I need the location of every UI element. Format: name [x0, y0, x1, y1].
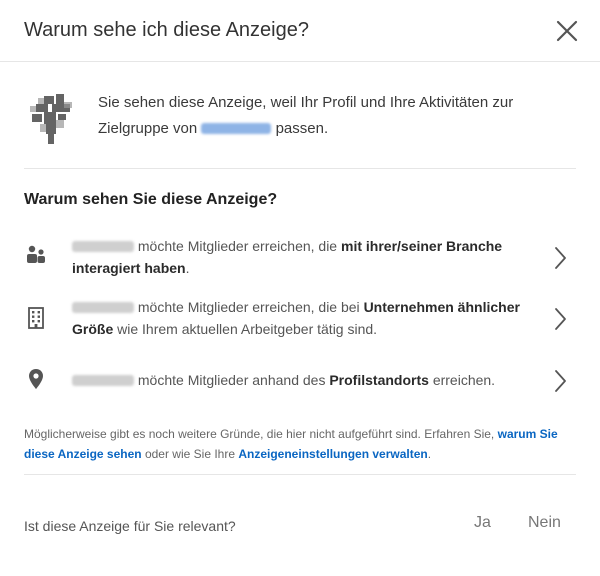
advertiser-logo	[26, 92, 82, 148]
modal-header: Warum sehe ich diese Anzeige?	[0, 0, 600, 62]
reason-item-location[interactable]: möchte Mitglieder anhand des Profilstand…	[24, 365, 576, 397]
footnote: Möglicherweise gibt es noch weitere Grün…	[24, 427, 558, 461]
close-icon[interactable]	[550, 14, 584, 48]
building-icon	[24, 306, 48, 330]
redacted-advertiser-name	[72, 375, 134, 386]
intro-text: Sie sehen diese Anzeige, weil Ihr Profil…	[98, 94, 514, 137]
divider	[24, 474, 576, 475]
people-icon	[24, 243, 48, 267]
redacted-advertiser-name	[72, 241, 134, 252]
chevron-right-icon[interactable]	[548, 367, 572, 395]
modal-title: Warum sehe ich diese Anzeige?	[24, 19, 309, 41]
relevance-question: Ist diese Anzeige für Sie relevant?	[24, 518, 236, 534]
reason-item-company-size[interactable]: möchte Mitglieder erreichen, die bei Unt…	[24, 295, 576, 343]
no-button[interactable]: Nein	[528, 514, 561, 532]
reason-item-industry[interactable]: möchte Mitglieder erreichen, die mit ihr…	[24, 234, 576, 282]
divider	[24, 168, 576, 169]
yes-button[interactable]: Ja	[474, 514, 491, 532]
reason-text: möchte Mitglieder anhand des Profilstand…	[72, 369, 542, 391]
location-pin-icon	[24, 367, 48, 391]
ad-settings-link[interactable]: Anzeigeneinstellungen verwalten	[238, 447, 427, 461]
advertiser-logo-icon	[30, 94, 72, 144]
chevron-right-icon[interactable]	[548, 305, 572, 333]
redacted-advertiser-name	[72, 302, 134, 313]
intro-block: Sie sehen diese Anzeige, weil Ihr Profil…	[26, 90, 576, 170]
reason-text: möchte Mitglieder erreichen, die bei Unt…	[72, 299, 520, 337]
chevron-right-icon[interactable]	[548, 244, 572, 272]
section-title: Warum sehen Sie diese Anzeige?	[24, 191, 278, 208]
redacted-advertiser-name	[201, 123, 272, 134]
close-button[interactable]	[550, 14, 584, 48]
reason-text: möchte Mitglieder erreichen, die mit ihr…	[72, 238, 503, 276]
